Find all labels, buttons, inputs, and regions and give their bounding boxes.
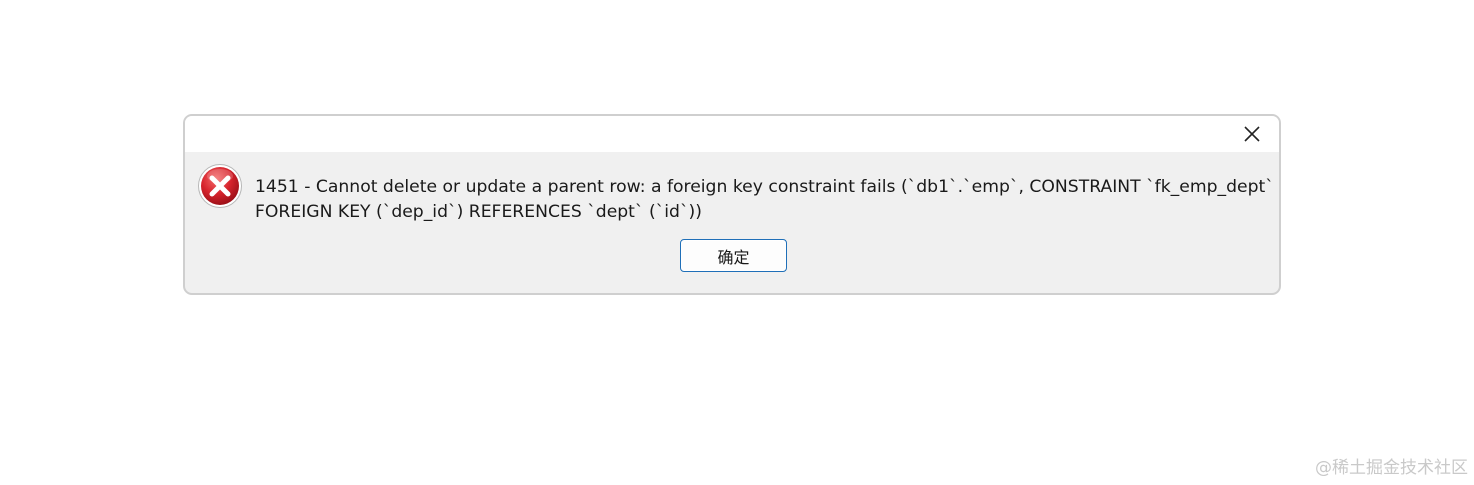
error-message-line-1: 1451 - Cannot delete or update a parent … [255, 177, 1274, 197]
error-message-line-2: FOREIGN KEY (`dep_id`) REFERENCES `dept`… [255, 202, 702, 222]
watermark-text: @稀土掘金技术社区 [1315, 458, 1468, 478]
error-message: 1451 - Cannot delete or update a parent … [255, 175, 1274, 225]
error-icon [198, 164, 242, 208]
close-icon [1244, 126, 1260, 142]
close-button[interactable] [1239, 122, 1265, 146]
error-dialog: 1451 - Cannot delete or update a parent … [183, 114, 1281, 295]
ok-button[interactable]: 确定 [680, 239, 787, 272]
dialog-titlebar [185, 116, 1279, 152]
